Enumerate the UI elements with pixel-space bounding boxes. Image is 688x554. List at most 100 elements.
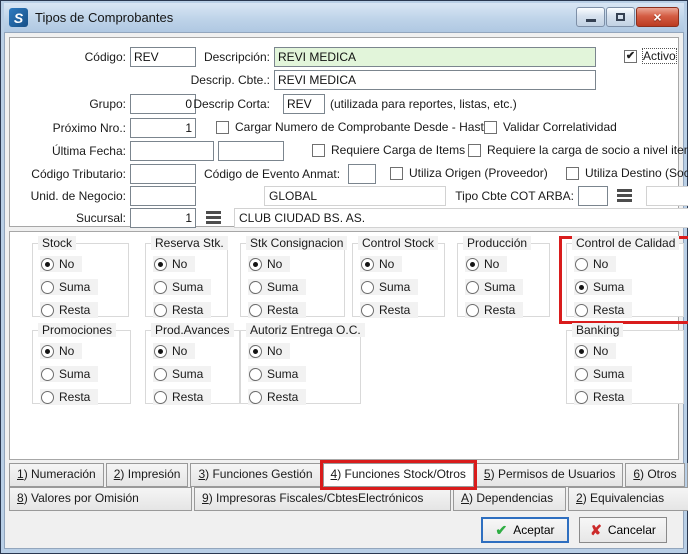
radio-button-icon[interactable]	[41, 258, 54, 271]
tab-otros[interactable]: 6) Otros	[625, 463, 684, 487]
radio-button-icon[interactable]	[249, 368, 262, 381]
requiere-socio-checkbox-group[interactable]: Requiere la carga de socio a nivel item	[468, 143, 688, 157]
tipo-cbte-cot-arba-menu-icon[interactable]	[615, 188, 635, 204]
radio-banking-resta[interactable]: Resta	[574, 389, 632, 405]
radio-stock-no[interactable]: No	[40, 256, 82, 272]
radio-stk-consignacion-no[interactable]: No	[248, 256, 290, 272]
radio-button-icon[interactable]	[249, 281, 262, 294]
radio-button-icon[interactable]	[361, 258, 374, 271]
radio-button-icon[interactable]	[361, 304, 374, 317]
proximo-nro-input[interactable]	[130, 118, 196, 138]
sucursal-input[interactable]	[130, 208, 196, 228]
radio-produccion-no[interactable]: No	[465, 256, 507, 272]
unidad-negocio-input[interactable]	[130, 186, 196, 206]
radio-button-icon[interactable]	[466, 258, 479, 271]
radio-produccion-resta[interactable]: Resta	[465, 302, 523, 318]
radio-button-icon[interactable]	[41, 281, 54, 294]
tab-valores-por-omision[interactable]: 8) Valores por Omisión	[9, 487, 192, 511]
tab-impresoras-fiscales-cbteselectronicos[interactable]: 9) Impresoras Fiscales/CbtesElectrónicos	[194, 487, 451, 511]
radio-control-stock-resta[interactable]: Resta	[360, 302, 418, 318]
radio-button-icon[interactable]	[41, 368, 54, 381]
radio-banking-no[interactable]: No	[574, 343, 616, 359]
radio-button-icon[interactable]	[575, 281, 588, 294]
radio-button-icon[interactable]	[575, 345, 588, 358]
radio-button-icon[interactable]	[249, 304, 262, 317]
tab-numeracion[interactable]: 1) Numeración	[9, 463, 104, 487]
radio-button-icon[interactable]	[41, 391, 54, 404]
radio-autoriz-entrega-o-c-resta[interactable]: Resta	[248, 389, 306, 405]
radio-button-icon[interactable]	[154, 258, 167, 271]
radio-button-icon[interactable]	[154, 368, 167, 381]
tab-equivalencias[interactable]: 2) Equivalencias	[568, 487, 688, 511]
radio-prod-avances-no[interactable]: No	[153, 343, 195, 359]
radio-button-icon[interactable]	[466, 281, 479, 294]
requiere-socio-checkbox[interactable]	[468, 144, 481, 157]
requiere-items-checkbox-group[interactable]: Requiere Carga de Items	[312, 143, 465, 157]
radio-promociones-resta[interactable]: Resta	[40, 389, 98, 405]
radio-button-icon[interactable]	[575, 391, 588, 404]
radio-reserva-stk-no[interactable]: No	[153, 256, 195, 272]
radio-control-de-calidad-no[interactable]: No	[574, 256, 616, 272]
validar-correlatividad-checkbox-group[interactable]: Validar Correlatividad	[484, 120, 617, 134]
activo-checkbox[interactable]	[624, 50, 637, 63]
radio-control-de-calidad-suma[interactable]: Suma	[574, 279, 632, 295]
radio-button-icon[interactable]	[575, 258, 588, 271]
radio-autoriz-entrega-o-c-no[interactable]: No	[248, 343, 290, 359]
minimize-button[interactable]	[576, 7, 605, 27]
radio-prod-avances-suma[interactable]: Suma	[153, 366, 211, 382]
tab-impresion[interactable]: 2) Impresión	[106, 463, 189, 487]
close-button[interactable]: ×	[636, 7, 679, 27]
validar-correlatividad-checkbox[interactable]	[484, 121, 497, 134]
radio-stock-suma[interactable]: Suma	[40, 279, 98, 295]
title-bar[interactable]: S Tipos de Comprobantes ×	[4, 3, 684, 32]
utiliza-origen-checkbox-group[interactable]: Utiliza Origen (Proveedor)	[390, 166, 548, 180]
utiliza-destino-checkbox-group[interactable]: Utiliza Destino (Socio)	[566, 166, 688, 180]
radio-button-icon[interactable]	[466, 304, 479, 317]
radio-produccion-suma[interactable]: Suma	[465, 279, 523, 295]
radio-prod-avances-resta[interactable]: Resta	[153, 389, 211, 405]
radio-button-icon[interactable]	[41, 345, 54, 358]
ultima-fecha-input-1[interactable]	[130, 141, 214, 161]
radio-reserva-stk-resta[interactable]: Resta	[153, 302, 211, 318]
radio-promociones-no[interactable]: No	[40, 343, 82, 359]
requiere-items-checkbox[interactable]	[312, 144, 325, 157]
cargar-numero-checkbox[interactable]	[216, 121, 229, 134]
activo-checkbox-group[interactable]: Activo	[624, 49, 676, 63]
maximize-button[interactable]	[606, 7, 635, 27]
radio-button-icon[interactable]	[575, 368, 588, 381]
cargar-numero-checkbox-group[interactable]: Cargar Numero de Comprobante Desde - Has…	[216, 120, 490, 134]
descripcion-input[interactable]	[274, 47, 596, 67]
radio-control-stock-no[interactable]: No	[360, 256, 402, 272]
tipo-cbte-cot-arba-input[interactable]	[578, 186, 608, 206]
radio-button-icon[interactable]	[249, 258, 262, 271]
tab-permisos-de-usuarios[interactable]: 5) Permisos de Usuarios	[476, 463, 623, 487]
radio-button-icon[interactable]	[154, 281, 167, 294]
codigo-tributario-input[interactable]	[130, 164, 196, 184]
radio-control-de-calidad-resta[interactable]: Resta	[574, 302, 632, 318]
radio-button-icon[interactable]	[41, 304, 54, 317]
radio-stock-resta[interactable]: Resta	[40, 302, 98, 318]
radio-promociones-suma[interactable]: Suma	[40, 366, 98, 382]
radio-reserva-stk-suma[interactable]: Suma	[153, 279, 211, 295]
descrip-corta-input[interactable]	[283, 94, 325, 114]
descrip-cbte-input[interactable]	[274, 70, 596, 90]
tab-dependencias[interactable]: A) Dependencias	[453, 487, 566, 511]
utiliza-destino-checkbox[interactable]	[566, 167, 579, 180]
radio-button-icon[interactable]	[154, 391, 167, 404]
radio-button-icon[interactable]	[154, 304, 167, 317]
radio-banking-suma[interactable]: Suma	[574, 366, 632, 382]
sucursal-menu-icon[interactable]	[204, 210, 224, 226]
utiliza-origen-checkbox[interactable]	[390, 167, 403, 180]
radio-button-icon[interactable]	[575, 304, 588, 317]
radio-button-icon[interactable]	[249, 345, 262, 358]
radio-autoriz-entrega-o-c-suma[interactable]: Suma	[248, 366, 306, 382]
radio-stk-consignacion-suma[interactable]: Suma	[248, 279, 306, 295]
codigo-evento-anmat-input[interactable]	[348, 164, 376, 184]
ultima-fecha-input-2[interactable]	[218, 141, 284, 161]
tab-funciones-gestion[interactable]: 3) Funciones Gestión	[190, 463, 320, 487]
tab-funciones-stock-otros[interactable]: 4) Funciones Stock/Otros	[323, 463, 474, 487]
radio-button-icon[interactable]	[249, 391, 262, 404]
radio-stk-consignacion-resta[interactable]: Resta	[248, 302, 306, 318]
aceptar-button[interactable]: ✔ Aceptar	[481, 517, 569, 543]
cancelar-button[interactable]: ✘ Cancelar	[579, 517, 667, 543]
